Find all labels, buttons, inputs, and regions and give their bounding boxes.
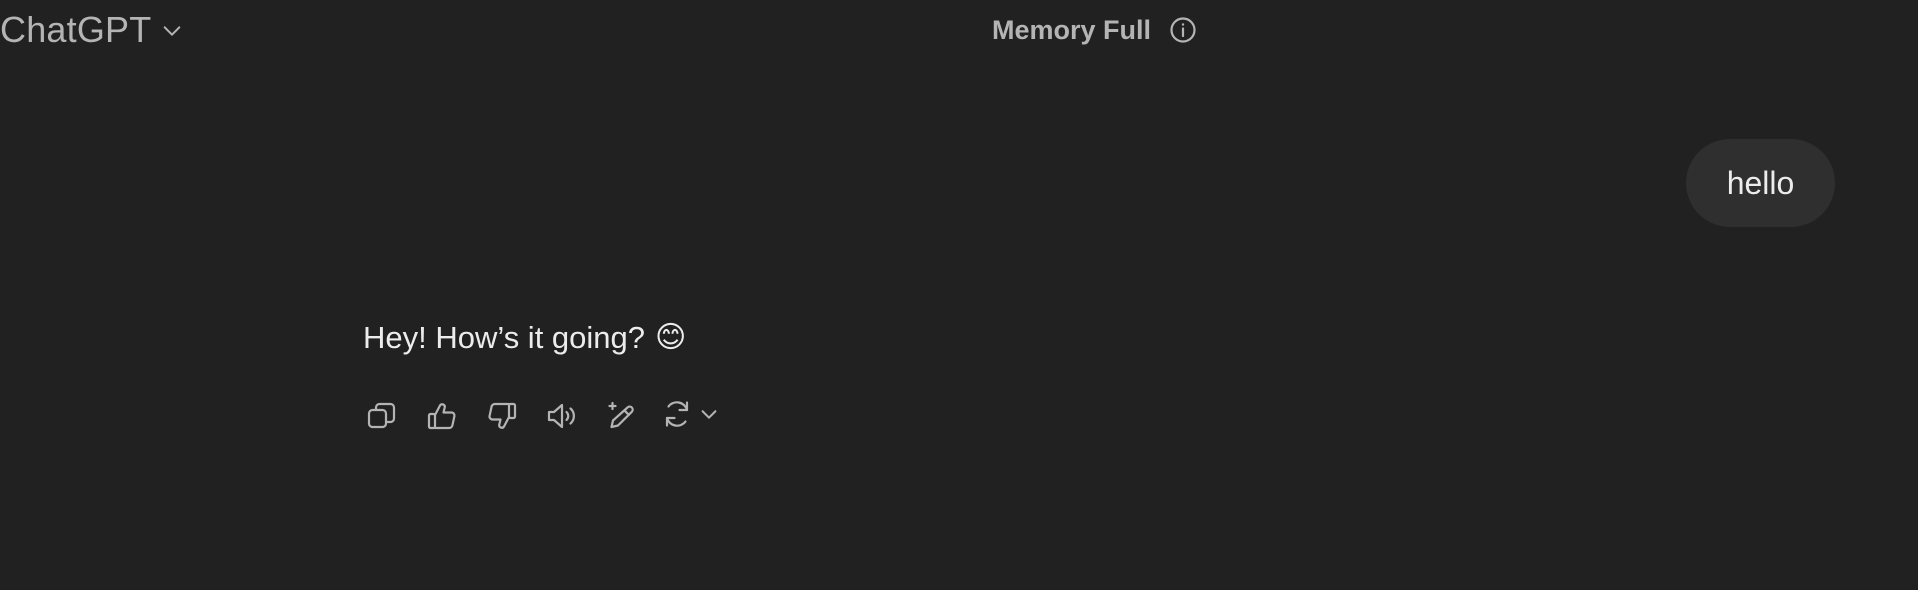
edit-in-canvas-button[interactable] [600, 394, 644, 438]
model-name: ChatGPT [0, 9, 152, 50]
message-actions [360, 394, 720, 438]
read-aloud-button[interactable] [540, 394, 584, 438]
smile-emoji: 😊 [655, 321, 687, 354]
user-message-bubble: hello [1686, 139, 1835, 227]
thumbs-down-icon [488, 402, 517, 429]
pencil-sparkle-icon [608, 401, 634, 429]
good-response-button[interactable] [420, 394, 464, 438]
copy-icon [367, 402, 396, 429]
user-message-text: hello [1726, 164, 1795, 201]
chevron-down-icon [698, 403, 720, 430]
refresh-icon [660, 397, 694, 436]
speaker-icon [547, 403, 575, 429]
copy-button[interactable] [360, 394, 404, 438]
regenerate-button[interactable] [660, 394, 720, 438]
model-switcher[interactable]: ChatGPT [0, 8, 183, 52]
thumbs-up-icon [427, 403, 456, 430]
chevron-down-icon [161, 20, 183, 42]
assistant-message: Hey! How’s it going? 😊 [363, 320, 686, 356]
memory-full-label: Memory Full [992, 14, 1152, 45]
bad-response-button[interactable] [480, 394, 524, 438]
info-icon[interactable] [1169, 16, 1197, 44]
assistant-message-text: Hey! How’s it going? [363, 320, 646, 355]
memory-status: Memory Full [992, 10, 1197, 50]
chat-page: ChatGPT Memory Full hello Hey! How’s it … [0, 0, 1918, 590]
